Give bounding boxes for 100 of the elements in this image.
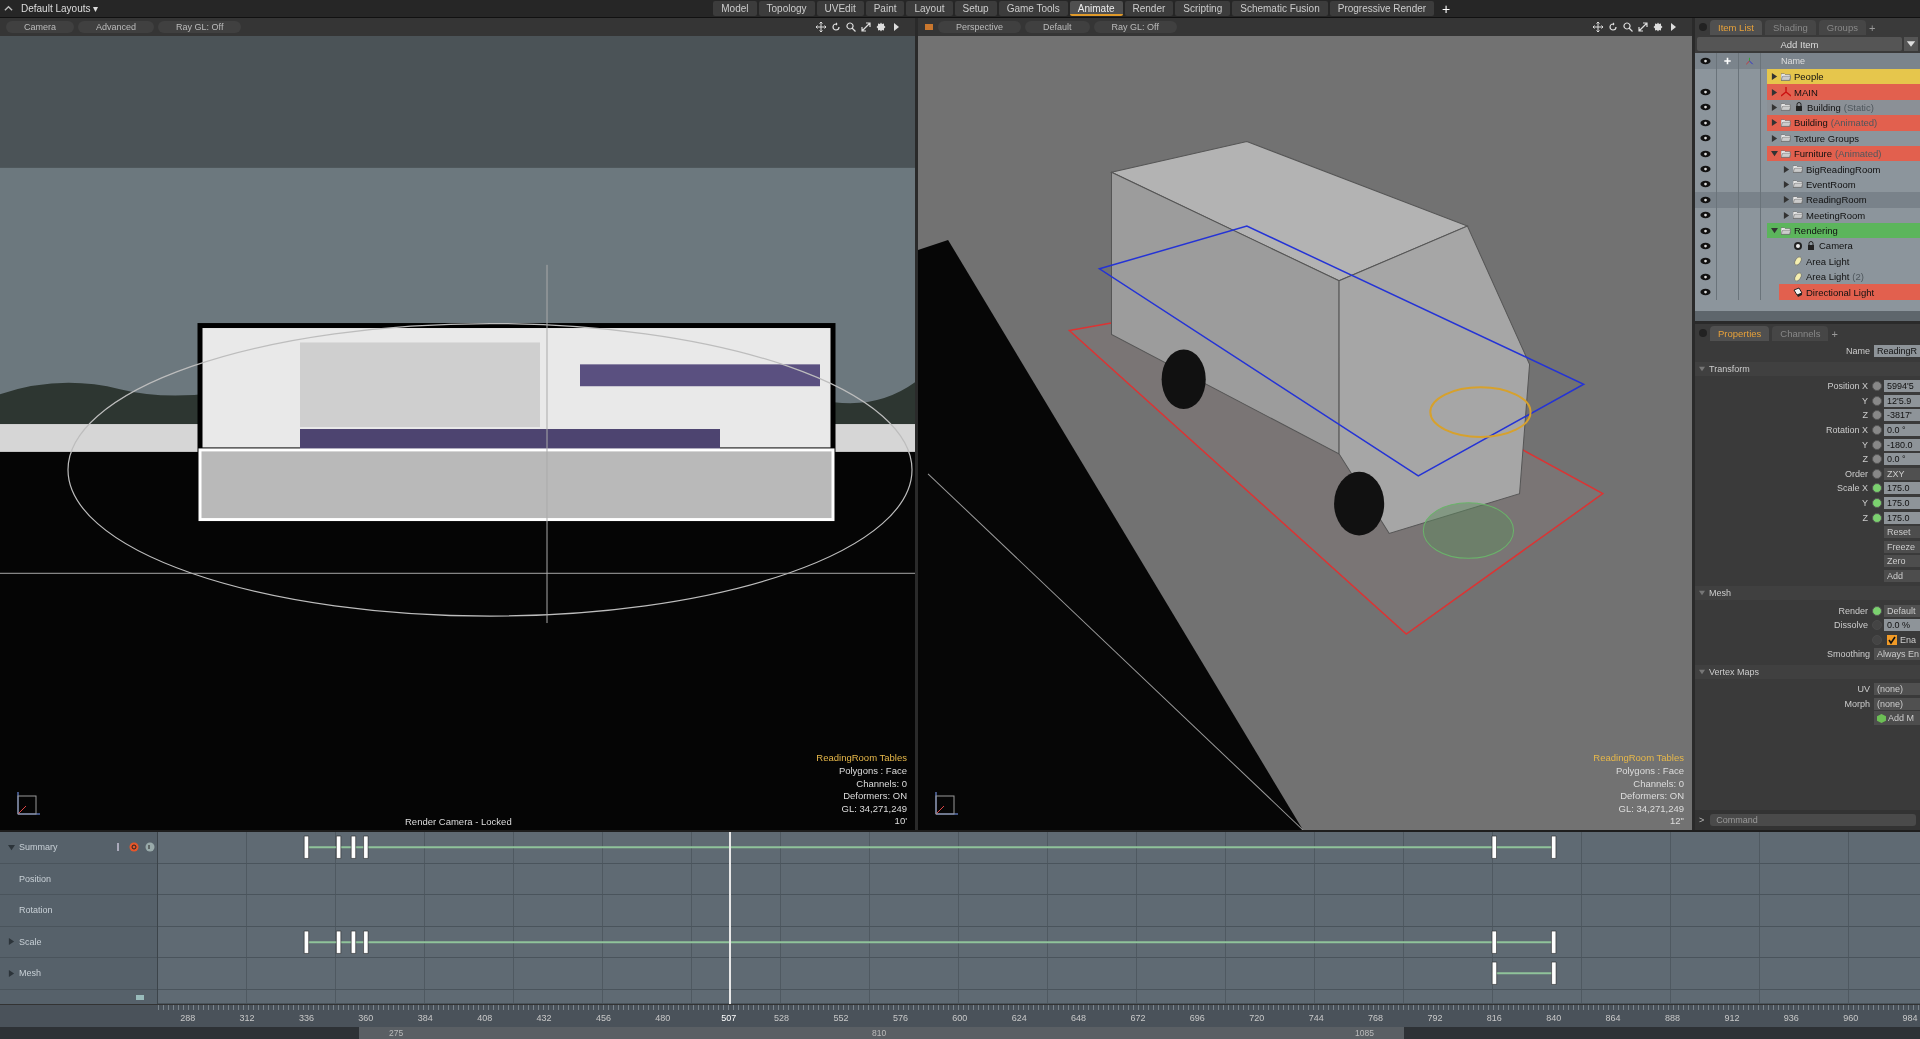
viewport-button[interactable]: Ray GL: Off [158,21,242,33]
caret-icon[interactable] [1668,22,1678,32]
animation-dot[interactable] [1872,395,1882,406]
list-row[interactable]: Furniture (Animated) [1695,145,1920,162]
layout-tab[interactable]: Game Tools [998,1,1068,16]
maximize-icon[interactable] [1638,22,1648,32]
add-tab-button[interactable]: + [1831,328,1838,340]
dropdown[interactable]: Always En [1874,648,1920,661]
list-row[interactable]: Building (Animated) [1695,115,1920,131]
move-icon[interactable] [816,22,826,32]
playhead[interactable] [728,832,731,1004]
value-field[interactable]: 175.0 [1884,511,1920,524]
eye-icon[interactable] [1700,226,1711,235]
eye-icon[interactable] [1700,211,1711,220]
layout-tab[interactable]: Progressive Render [1329,1,1435,16]
add-tab-button[interactable]: + [1868,22,1876,34]
value-field[interactable]: -3817' [1884,409,1920,422]
transform-button[interactable]: Reset [1884,526,1920,539]
dropdown[interactable]: (none) [1874,697,1920,710]
search-icon[interactable] [1623,22,1633,32]
expand-arrow-icon[interactable] [1783,165,1790,173]
list-row[interactable]: Camera [1695,238,1920,254]
viewport-button[interactable]: Perspective [938,21,1022,33]
layout-dropdown[interactable]: Default Layouts ▾ [21,3,99,14]
add-tab-button[interactable]: + [1442,0,1451,17]
eye-icon[interactable] [1700,272,1711,281]
section-header[interactable]: Transform [1695,362,1920,376]
list-row[interactable]: Texture Groups [1695,130,1920,146]
section-header[interactable]: Mesh [1695,586,1920,601]
dropdown[interactable]: Default [1884,604,1920,617]
eye-icon[interactable] [1700,165,1711,174]
layout-tab[interactable]: UVEdit [816,1,864,16]
animation-dot[interactable] [1872,454,1882,465]
animation-dot[interactable] [1872,605,1882,616]
layout-tab[interactable]: Model [713,1,757,16]
section-header[interactable]: Vertex Maps [1695,664,1920,679]
eye-icon[interactable] [1700,103,1711,112]
expand-arrow-icon[interactable] [1771,134,1778,142]
expand-arrow-icon[interactable] [1771,227,1778,235]
value-field[interactable]: -180.0 [1884,438,1920,451]
value-field[interactable]: 175.0 [1884,482,1920,495]
animation-dot[interactable] [1872,425,1882,436]
transform-button[interactable]: Freeze [1884,540,1920,553]
animation-dot[interactable] [1872,410,1882,421]
name-field[interactable]: ReadingR [1874,345,1920,357]
dropdown[interactable]: (none) [1874,683,1920,695]
command-field[interactable]: Command [1710,814,1916,826]
eye-icon[interactable] [1700,288,1711,297]
eye-icon[interactable] [1700,180,1711,189]
value-field[interactable]: 12'5.9 [1884,394,1920,407]
expand-arrow-icon[interactable] [1771,150,1778,158]
eye-icon[interactable] [1700,118,1711,127]
eye-icon[interactable] [1700,134,1711,143]
maximize-icon[interactable] [861,22,871,32]
layout-tab[interactable]: Layout [906,1,953,16]
expand-arrow-icon[interactable] [1783,196,1790,204]
expand-arrow-icon[interactable] [1771,119,1778,127]
menu-icon[interactable] [4,4,13,13]
expand-arrow-icon[interactable] [1771,88,1778,96]
rotate-icon[interactable] [831,22,841,32]
layout-tab[interactable]: Animate [1069,1,1123,16]
transform-button[interactable]: Zero [1884,555,1920,568]
list-row[interactable]: MAIN [1695,84,1920,100]
caret-icon[interactable] [891,22,901,32]
animation-dot[interactable] [1872,498,1882,509]
layout-tab[interactable]: Schematic Fusion [1232,1,1328,16]
viewport-button[interactable]: Camera [6,21,74,33]
value-field[interactable]: 0.0 ° [1884,424,1920,437]
dropdown-icon[interactable] [1904,37,1918,51]
viewport-icon[interactable] [924,22,934,32]
expand-arrow-icon[interactable] [1771,103,1778,111]
eye-icon[interactable] [1700,242,1711,250]
layout-tab[interactable]: Paint [865,1,905,16]
animation-dot[interactable] [1872,439,1882,450]
panel-tab[interactable]: Item List [1710,20,1762,35]
list-row[interactable]: Directional Light [1695,284,1920,300]
layout-tab[interactable]: Scripting [1175,1,1231,16]
add-map-button[interactable]: Add M [1874,711,1920,726]
animation-dot[interactable] [1872,381,1882,392]
move-icon[interactable] [1593,22,1603,32]
record-icon[interactable] [129,842,139,853]
viewport-button[interactable]: Advanced [78,21,155,33]
panel-tab[interactable]: Properties [1710,326,1770,341]
gear-icon[interactable] [876,22,886,32]
gear-icon[interactable] [1653,22,1663,32]
viewport-button[interactable]: Default [1025,21,1090,33]
value-field[interactable]: 0.0 ° [1884,453,1920,466]
timeline-scrollbar[interactable]: 275 810 1085 [359,1027,1404,1039]
expand-arrow-icon[interactable] [1771,73,1778,81]
list-row[interactable]: BigReadingRoom [1695,161,1920,177]
value-field[interactable]: 175.0 [1884,497,1920,510]
animation-dot[interactable] [1872,483,1882,494]
list-row[interactable]: MeetingRoom [1695,207,1920,223]
add-item-button[interactable]: Add Item [1697,37,1902,51]
eye-icon[interactable] [1700,257,1711,266]
list-row[interactable]: ReadingRoom [1695,192,1920,208]
value-field[interactable]: 5994'5 [1884,380,1920,393]
eye-icon[interactable] [1700,88,1711,97]
eye-icon[interactable] [1700,195,1711,204]
list-row[interactable]: Building (Static) [1695,99,1920,116]
